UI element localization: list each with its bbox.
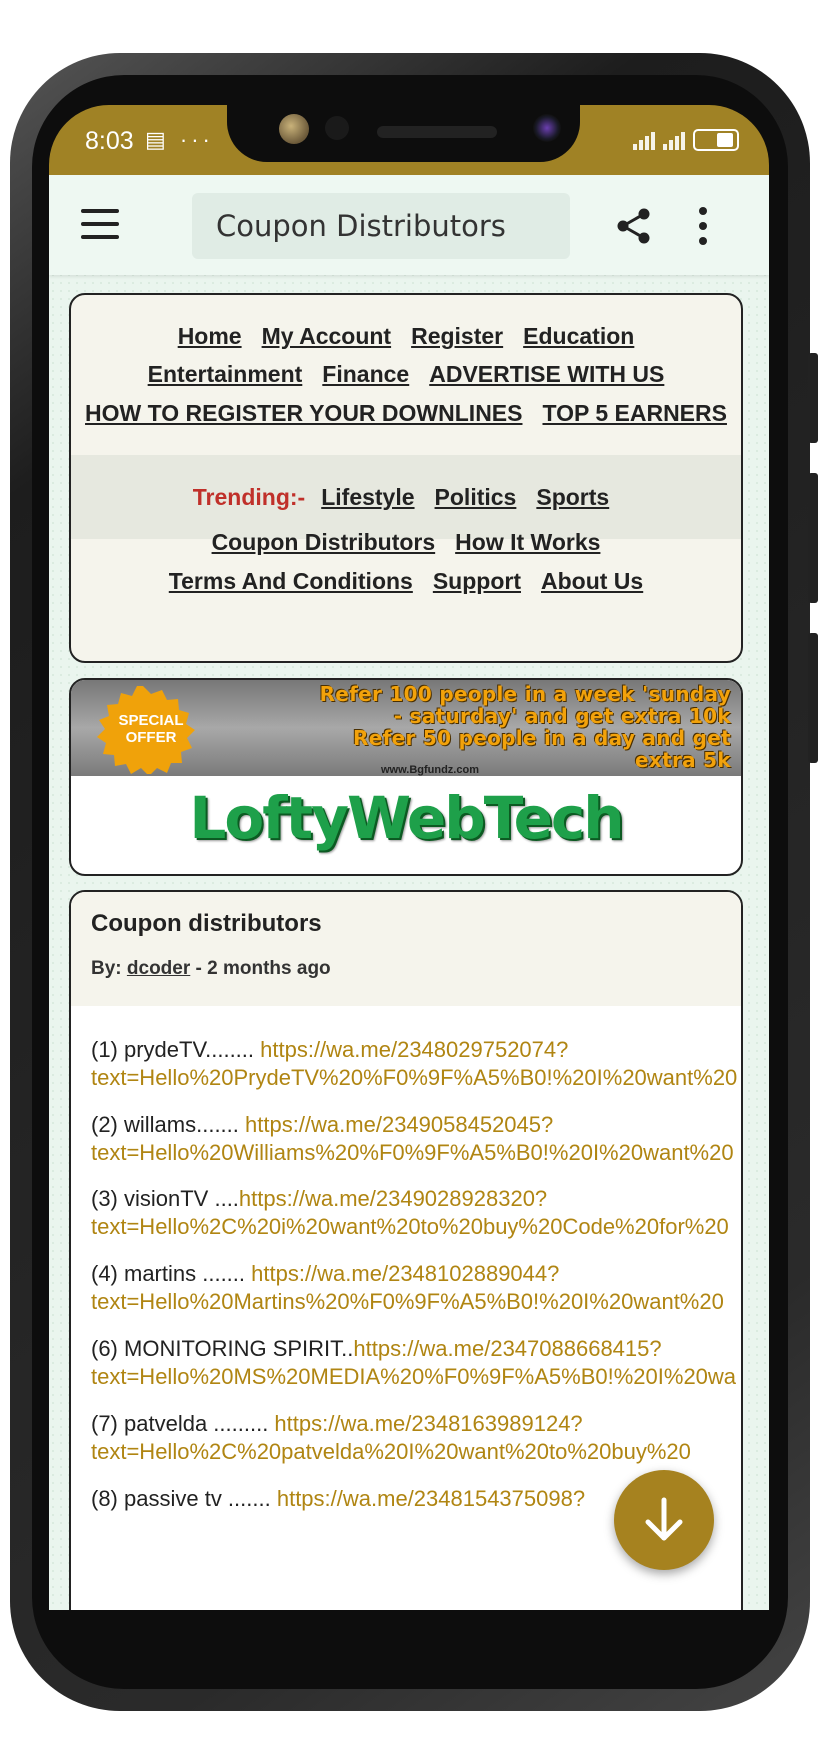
list-item: (6) MONITORING SPIRIT..https://wa.me/234… — [91, 1335, 741, 1391]
nav-link-home[interactable]: Home — [178, 323, 242, 349]
whatsapp-link[interactable]: https://wa.me/2348163989124? — [274, 1411, 582, 1436]
nav-row: Terms And Conditions Support About Us — [71, 568, 741, 595]
app-bar: Coupon Distributors — [49, 175, 769, 275]
volume-button — [808, 353, 818, 443]
post-age: - 2 months ago — [195, 958, 331, 979]
nav-link-terms[interactable]: Terms And Conditions — [169, 568, 413, 594]
distributor-name: (4) martins ....... — [91, 1261, 252, 1286]
power-button — [808, 633, 818, 763]
status-time: 8:03 — [85, 127, 134, 155]
banner-line: - saturday' and get extra 10k — [393, 704, 731, 728]
nav-row: Home My Account Register Education — [71, 323, 741, 350]
ad-banner[interactable]: SPECIAL OFFER Refer 100 people in a week… — [69, 678, 743, 876]
notification-icons: ▤ ··· — [145, 127, 214, 152]
trending-bar: Trending:- Lifestyle Politics Sports — [71, 455, 741, 539]
nav-link-education[interactable]: Education — [523, 323, 634, 349]
speaker-grille — [377, 126, 497, 138]
nav-link-advertise[interactable]: ADVERTISE WITH US — [429, 361, 664, 387]
whatsapp-link[interactable]: https://wa.me/2348102889044? — [251, 1261, 559, 1286]
whatsapp-link[interactable]: text=Hello%20PrydeTV%20%F0%9F%A5%B0!%20I… — [91, 1065, 737, 1090]
camera-icon — [533, 114, 561, 142]
page-title-box[interactable]: Coupon Distributors — [192, 193, 570, 259]
menu-icon[interactable] — [81, 209, 119, 239]
nav-link-top-5-earners[interactable]: TOP 5 EARNERS — [542, 400, 726, 426]
nav-link-about-us[interactable]: About Us — [541, 568, 643, 594]
list-item: (7) patvelda ......... https://wa.me/234… — [91, 1410, 741, 1466]
more-vert-icon[interactable] — [697, 207, 707, 245]
banner-line: Refer 100 people in a week 'sunday — [319, 682, 731, 706]
trending-link-sports[interactable]: Sports — [536, 484, 609, 510]
screen: 8:03 ▤ ··· Coupon Distributors Home My A… — [49, 105, 769, 1610]
brand-logo: LoftyWebTech — [189, 784, 624, 852]
list-item: (1) prydeTV........ https://wa.me/234802… — [91, 1036, 741, 1092]
nav-link-entertainment[interactable]: Entertainment — [148, 361, 303, 387]
trending-link-lifestyle[interactable]: Lifestyle — [321, 484, 414, 510]
nav-link-how-to-register-downlines[interactable]: HOW TO REGISTER YOUR DOWNLINES — [85, 400, 522, 426]
whatsapp-link[interactable]: text=Hello%2C%20patvelda%20I%20want%20to… — [91, 1439, 691, 1464]
signal-icon — [633, 130, 655, 150]
battery-icon — [693, 129, 739, 151]
whatsapp-link[interactable]: https://wa.me/2349028928320? — [239, 1186, 547, 1211]
navigation-menu: Home My Account Register Education Entertai… — [69, 293, 743, 663]
nav-link-register[interactable]: Register — [411, 323, 503, 349]
distributor-name: (6) MONITORING SPIRIT.. — [91, 1336, 354, 1361]
distributor-name: (2) willams....... — [91, 1112, 246, 1137]
status-indicators — [633, 129, 739, 151]
banner-line: Refer 50 people in a day and get — [353, 726, 731, 750]
list-item: (3) visionTV ....https://wa.me/234902892… — [91, 1185, 741, 1241]
volume-button — [808, 473, 818, 603]
whatsapp-link[interactable]: text=Hello%20Williams%20%F0%9F%A5%B0!%20… — [91, 1140, 734, 1165]
list-item: (4) martins ....... https://wa.me/234810… — [91, 1260, 741, 1316]
whatsapp-link[interactable]: text=Hello%20Martins%20%F0%9F%A5%B0!%20I… — [91, 1289, 724, 1314]
banner-line: extra 5k — [635, 748, 731, 772]
nav-link-finance[interactable]: Finance — [322, 361, 409, 387]
scroll-down-button[interactable] — [614, 1470, 714, 1570]
share-icon[interactable] — [615, 207, 653, 245]
web-page[interactable]: Coupon Distributors Home My Account Regist… — [49, 175, 769, 1610]
whatsapp-link[interactable]: https://wa.me/2347088668415? — [353, 1336, 661, 1361]
distributor-name: (1) prydeTV........ — [91, 1037, 261, 1062]
list-item: (2) willams....... https://wa.me/2349058… — [91, 1111, 741, 1167]
arrow-down-icon — [645, 1497, 683, 1541]
distributor-name: (3) visionTV .... — [91, 1186, 239, 1211]
special-offer-banner[interactable]: SPECIAL OFFER Refer 100 people in a week… — [71, 680, 741, 776]
post-header: Coupon distributors By: dcoder - 2 month… — [71, 892, 741, 1006]
nav-row: HOW TO REGISTER YOUR DOWNLINES TOP 5 EARN… — [71, 400, 741, 427]
whatsapp-link[interactable]: https://wa.me/2348154375098? — [277, 1486, 585, 1511]
page-title: Coupon Distributors — [216, 209, 506, 243]
nav-row: Coupon Distributors How It Works — [71, 529, 741, 556]
nav-link-support[interactable]: Support — [433, 568, 521, 594]
special-offer-text: SPECIAL OFFER — [118, 712, 184, 746]
nav-row: Entertainment Finance ADVERTISE WITH US — [71, 361, 741, 388]
by-label: By: — [91, 958, 122, 979]
distributor-name: (7) patvelda ......... — [91, 1411, 275, 1436]
trending-label: Trending:- — [192, 484, 306, 510]
author-link[interactable]: dcoder — [127, 958, 190, 979]
camera-notch — [227, 105, 580, 162]
trending-link-politics[interactable]: Politics — [435, 484, 517, 510]
whatsapp-link[interactable]: https://wa.me/2348029752074? — [260, 1037, 568, 1062]
sensor-icon — [325, 116, 349, 140]
nav-link-my-account[interactable]: My Account — [262, 323, 392, 349]
post-title: Coupon distributors — [91, 910, 322, 937]
camera-icon — [279, 114, 309, 144]
whatsapp-link[interactable]: text=Hello%20MS%20MEDIA%20%F0%9F%A5%B0!%… — [91, 1364, 736, 1389]
post-meta: By: dcoder - 2 months ago — [91, 958, 331, 980]
distributor-name: (8) passive tv ....... — [91, 1486, 277, 1511]
nav-link-coupon-distributors[interactable]: Coupon Distributors — [212, 529, 436, 555]
banner-site: www.Bgfundz.com — [381, 764, 479, 776]
signal-icon — [663, 130, 685, 150]
nav-link-how-it-works[interactable]: How It Works — [455, 529, 600, 555]
whatsapp-link[interactable]: text=Hello%2C%20i%20want%20to%20buy%20Co… — [91, 1214, 729, 1239]
whatsapp-link[interactable]: https://wa.me/2349058452045? — [245, 1112, 553, 1137]
